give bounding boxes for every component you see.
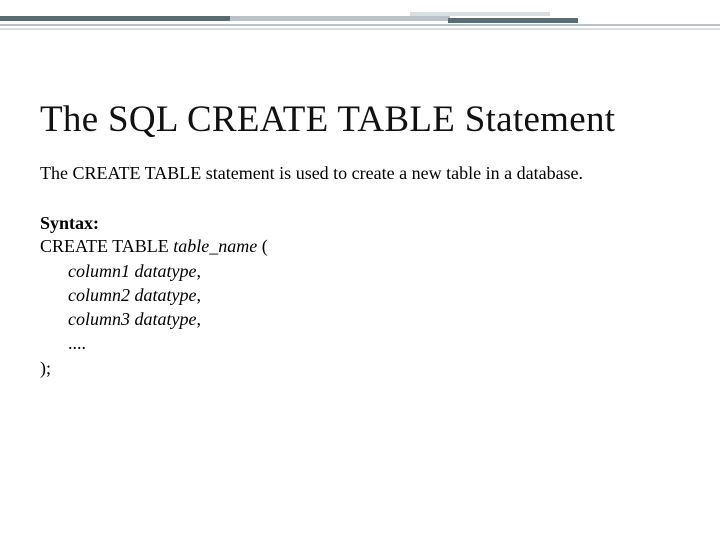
code-line-2: column1 datatype, [40,261,201,281]
syntax-code-block: CREATE TABLE table_name ( column1 dataty… [40,234,680,380]
code-line-5: .... [40,333,86,353]
page-title: The SQL CREATE TABLE Statement [40,98,680,141]
syntax-label: Syntax: [40,213,680,234]
top-decor [0,0,720,40]
code-line-3: column2 datatype, [40,285,201,305]
code-line-1: CREATE TABLE table_name ( [40,236,268,256]
content-area: The SQL CREATE TABLE Statement The CREAT… [40,98,680,380]
description-text: The CREATE TABLE statement is used to cr… [40,161,600,185]
code-line-6: ); [40,358,51,378]
code-line-4: column3 datatype, [40,309,201,329]
slide: The SQL CREATE TABLE Statement The CREAT… [0,0,720,540]
